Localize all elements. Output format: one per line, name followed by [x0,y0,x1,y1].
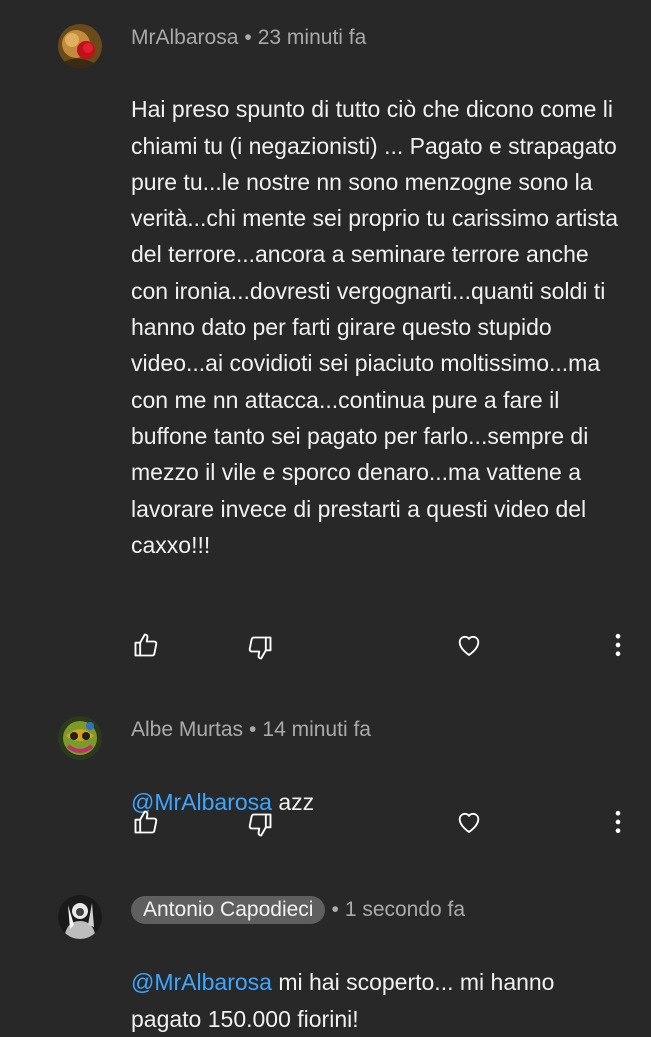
comment-header: Antonio Capodieci • 1 secondo fa [131,896,465,924]
mention-link[interactable]: @MrAlbarosa [131,969,272,995]
thumbs-down-icon[interactable] [246,811,274,839]
comment-body: Hai preso spunto di tutto ciò che dicono… [131,96,619,558]
comment-author[interactable]: Albe Murtas [131,718,243,741]
comment-actions [0,808,651,838]
thumbs-up-icon[interactable] [132,631,160,659]
comment-text: Hai preso spunto di tutto ciò che dicono… [131,55,631,563]
comment-author[interactable]: MrAlbarosa [131,26,238,49]
comment-time: 14 minuti fa [262,718,371,741]
comment-header: Albe Murtas • 14 minuti fa [131,717,371,743]
heart-icon[interactable] [455,808,483,836]
red-rose-avatar-icon[interactable] [58,24,102,68]
comment-actions [0,631,651,661]
bw-photo-avatar-icon[interactable] [58,895,102,939]
comment-time: 23 minuti fa [257,26,367,49]
more-vert-icon[interactable] [604,631,632,659]
heart-icon[interactable] [455,631,483,659]
separator-dot: • [331,898,339,921]
comment-text: @MrAlbarosa mi hai scoperto... mi hanno … [131,928,631,1037]
comment-header: MrAlbarosa • 23 minuti fa [131,25,366,51]
more-vert-icon[interactable] [604,808,632,836]
comment-time: 1 secondo fa [344,898,466,921]
separator-dot: • [249,718,257,741]
separator-dot: • [244,26,252,49]
thumbs-down-icon[interactable] [246,634,274,662]
colorful-mask-avatar-icon[interactable] [58,716,102,760]
comment-author-chip[interactable]: Antonio Capodieci [131,896,326,924]
thumbs-up-icon[interactable] [132,808,160,836]
